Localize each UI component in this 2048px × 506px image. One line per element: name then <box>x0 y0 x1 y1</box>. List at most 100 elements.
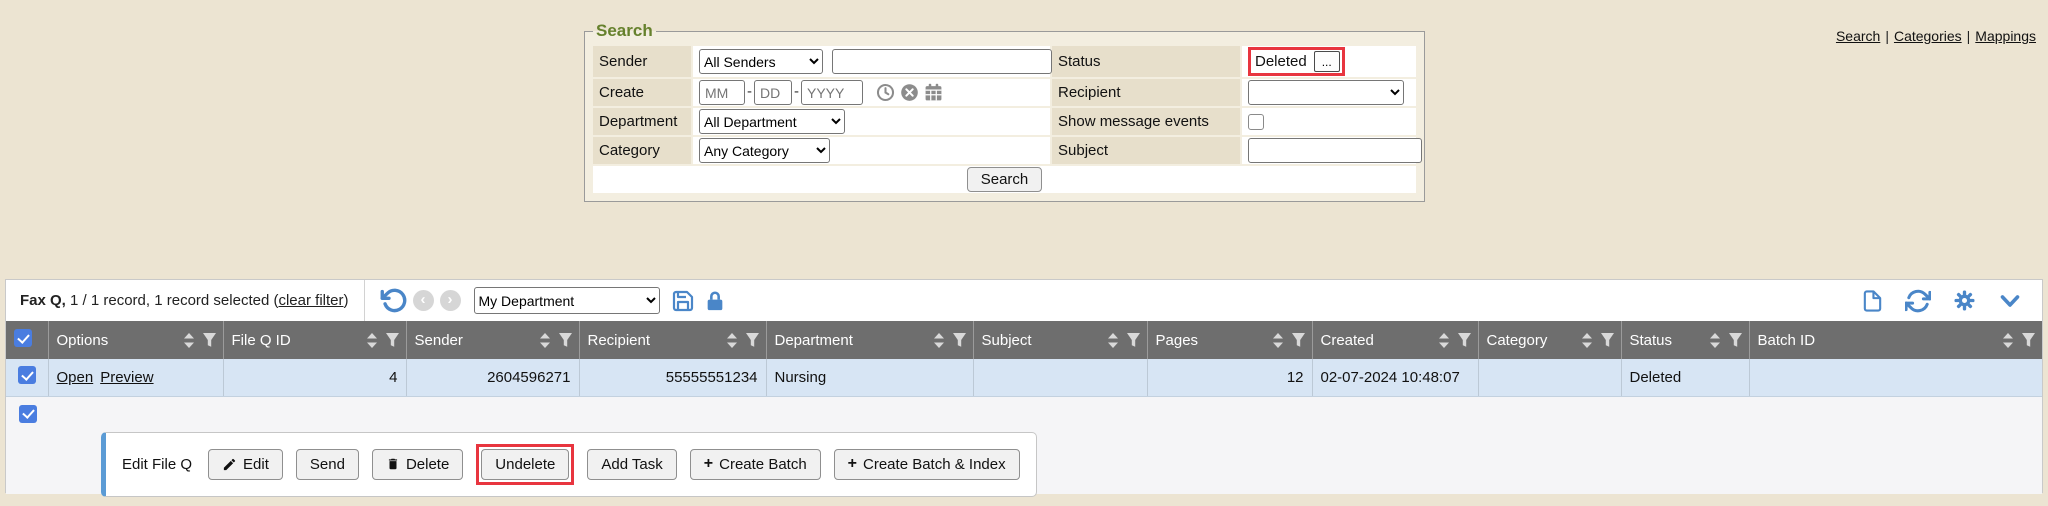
cell-category <box>1478 359 1621 396</box>
sort-icon[interactable] <box>1709 332 1721 349</box>
nav-separator: | <box>1885 28 1889 44</box>
sender-label: Sender <box>593 46 691 77</box>
send-button[interactable]: Send <box>296 449 359 480</box>
column-header-status[interactable]: Status <box>1630 332 1709 349</box>
category-label: Category <box>593 137 691 164</box>
department-label: Department <box>593 108 691 135</box>
filter-icon[interactable] <box>1728 332 1743 348</box>
sort-icon[interactable] <box>1272 332 1284 349</box>
create-day-input[interactable] <box>754 80 792 105</box>
sort-icon[interactable] <box>366 332 378 349</box>
filter-icon[interactable] <box>2021 332 2036 348</box>
record-count: 1 / 1 record, 1 record selected ( <box>66 292 279 309</box>
create-year-input[interactable] <box>801 80 863 105</box>
sort-icon[interactable] <box>1438 332 1450 349</box>
filter-icon[interactable] <box>1126 332 1141 348</box>
search-panel-title: Search <box>593 21 656 41</box>
save-icon[interactable] <box>671 289 695 313</box>
row-checkbox[interactable] <box>18 366 36 384</box>
clear-filter-link[interactable]: clear filter <box>278 292 343 309</box>
nav-link-mappings[interactable]: Mappings <box>1975 28 2036 44</box>
sender-select[interactable]: All Senders <box>699 49 823 74</box>
delete-button[interactable]: Delete <box>372 449 463 480</box>
add-task-button[interactable]: Add Task <box>587 449 676 480</box>
cell-file-q-id: 4 <box>223 359 406 396</box>
column-header-recipient[interactable]: Recipient <box>588 332 726 349</box>
date-separator: - <box>794 83 799 100</box>
create-batch-index-button[interactable]: +Create Batch & Index <box>834 449 1020 480</box>
sort-icon[interactable] <box>1107 332 1119 349</box>
filter-icon[interactable] <box>1600 332 1615 348</box>
new-document-icon[interactable] <box>1861 288 1884 314</box>
recipient-select[interactable] <box>1248 80 1404 105</box>
grid-department-select[interactable]: My Department <box>474 287 660 314</box>
edit-file-q-panel: Edit File Q Edit Send Delete Undelete Ad… <box>101 432 1037 497</box>
cell-sender: 2604596271 <box>406 359 579 396</box>
filter-icon[interactable] <box>202 332 217 348</box>
nav-prev-icon[interactable]: ‹ <box>413 290 434 311</box>
status-highlight-box: Deleted ... <box>1248 47 1345 76</box>
footer-select-checkbox[interactable] <box>19 405 37 423</box>
refresh-icon[interactable] <box>1905 288 1931 314</box>
nav-link-search[interactable]: Search <box>1836 28 1880 44</box>
nav-next-icon[interactable]: › <box>440 290 461 311</box>
column-header-department[interactable]: Department <box>775 332 933 349</box>
date-separator: - <box>747 83 752 100</box>
calendar-icon[interactable] <box>924 83 943 102</box>
table-row[interactable]: OpenPreview 4 2604596271 55555551234 Nur… <box>6 359 2042 396</box>
sort-icon[interactable] <box>726 332 738 349</box>
department-select[interactable]: All Department <box>699 109 845 134</box>
search-panel: Search Sender All Senders Status Deleted… <box>584 21 1425 202</box>
fax-queue-table: Options File Q ID Sender Recipient Depar… <box>6 321 2042 397</box>
sort-icon[interactable] <box>2002 332 2014 349</box>
gear-icon[interactable] <box>1952 288 1977 313</box>
column-header-options[interactable]: Options <box>57 332 183 349</box>
edit-button[interactable]: Edit <box>208 449 283 480</box>
filter-icon[interactable] <box>745 332 760 348</box>
collapse-icon[interactable] <box>1998 289 2022 313</box>
grid-toolbar: Fax Q, 1 / 1 record, 1 record selected (… <box>6 280 2042 321</box>
filter-icon[interactable] <box>1457 332 1472 348</box>
column-header-sender[interactable]: Sender <box>415 332 539 349</box>
create-batch-button[interactable]: +Create Batch <box>690 449 821 480</box>
top-nav: Search|Categories|Mappings <box>1836 28 2036 44</box>
search-button[interactable]: Search <box>967 167 1043 192</box>
time-icon[interactable] <box>876 83 895 102</box>
open-link[interactable]: Open <box>57 369 94 386</box>
fax-queue-grid: Fax Q, 1 / 1 record, 1 record selected (… <box>5 279 2043 493</box>
sort-icon[interactable] <box>183 332 195 349</box>
filter-icon[interactable] <box>1291 332 1306 348</box>
filter-icon[interactable] <box>952 332 967 348</box>
category-select[interactable]: Any Category <box>699 138 830 163</box>
sort-icon[interactable] <box>933 332 945 349</box>
cell-batch-id <box>1749 359 2042 396</box>
undo-icon[interactable] <box>380 287 407 314</box>
sort-icon[interactable] <box>1581 332 1593 349</box>
column-header-file-q-id[interactable]: File Q ID <box>232 332 366 349</box>
create-month-input[interactable] <box>699 80 745 105</box>
plus-icon: + <box>704 456 713 472</box>
subject-label: Subject <box>1052 137 1240 164</box>
column-header-subject[interactable]: Subject <box>982 332 1107 349</box>
subject-input[interactable] <box>1248 138 1422 163</box>
column-header-pages[interactable]: Pages <box>1156 332 1272 349</box>
lock-icon[interactable] <box>704 289 726 313</box>
undelete-button[interactable]: Undelete <box>481 449 569 480</box>
nav-link-categories[interactable]: Categories <box>1894 28 1962 44</box>
filter-icon[interactable] <box>385 332 400 348</box>
column-header-category[interactable]: Category <box>1487 332 1581 349</box>
grid-title: Fax Q, <box>20 292 66 309</box>
cell-recipient: 55555551234 <box>579 359 766 396</box>
show-message-events-checkbox[interactable] <box>1248 114 1264 130</box>
preview-link[interactable]: Preview <box>100 369 153 386</box>
edit-file-q-label: Edit File Q <box>122 456 192 473</box>
column-header-batch-id[interactable]: Batch ID <box>1758 332 2003 349</box>
sort-icon[interactable] <box>539 332 551 349</box>
sender-input[interactable] <box>832 49 1052 74</box>
pencil-icon <box>222 457 237 472</box>
clear-date-icon[interactable] <box>900 83 919 102</box>
status-more-button[interactable]: ... <box>1314 51 1340 72</box>
filter-icon[interactable] <box>558 332 573 348</box>
column-header-created[interactable]: Created <box>1321 332 1438 349</box>
select-all-checkbox[interactable] <box>14 329 32 347</box>
